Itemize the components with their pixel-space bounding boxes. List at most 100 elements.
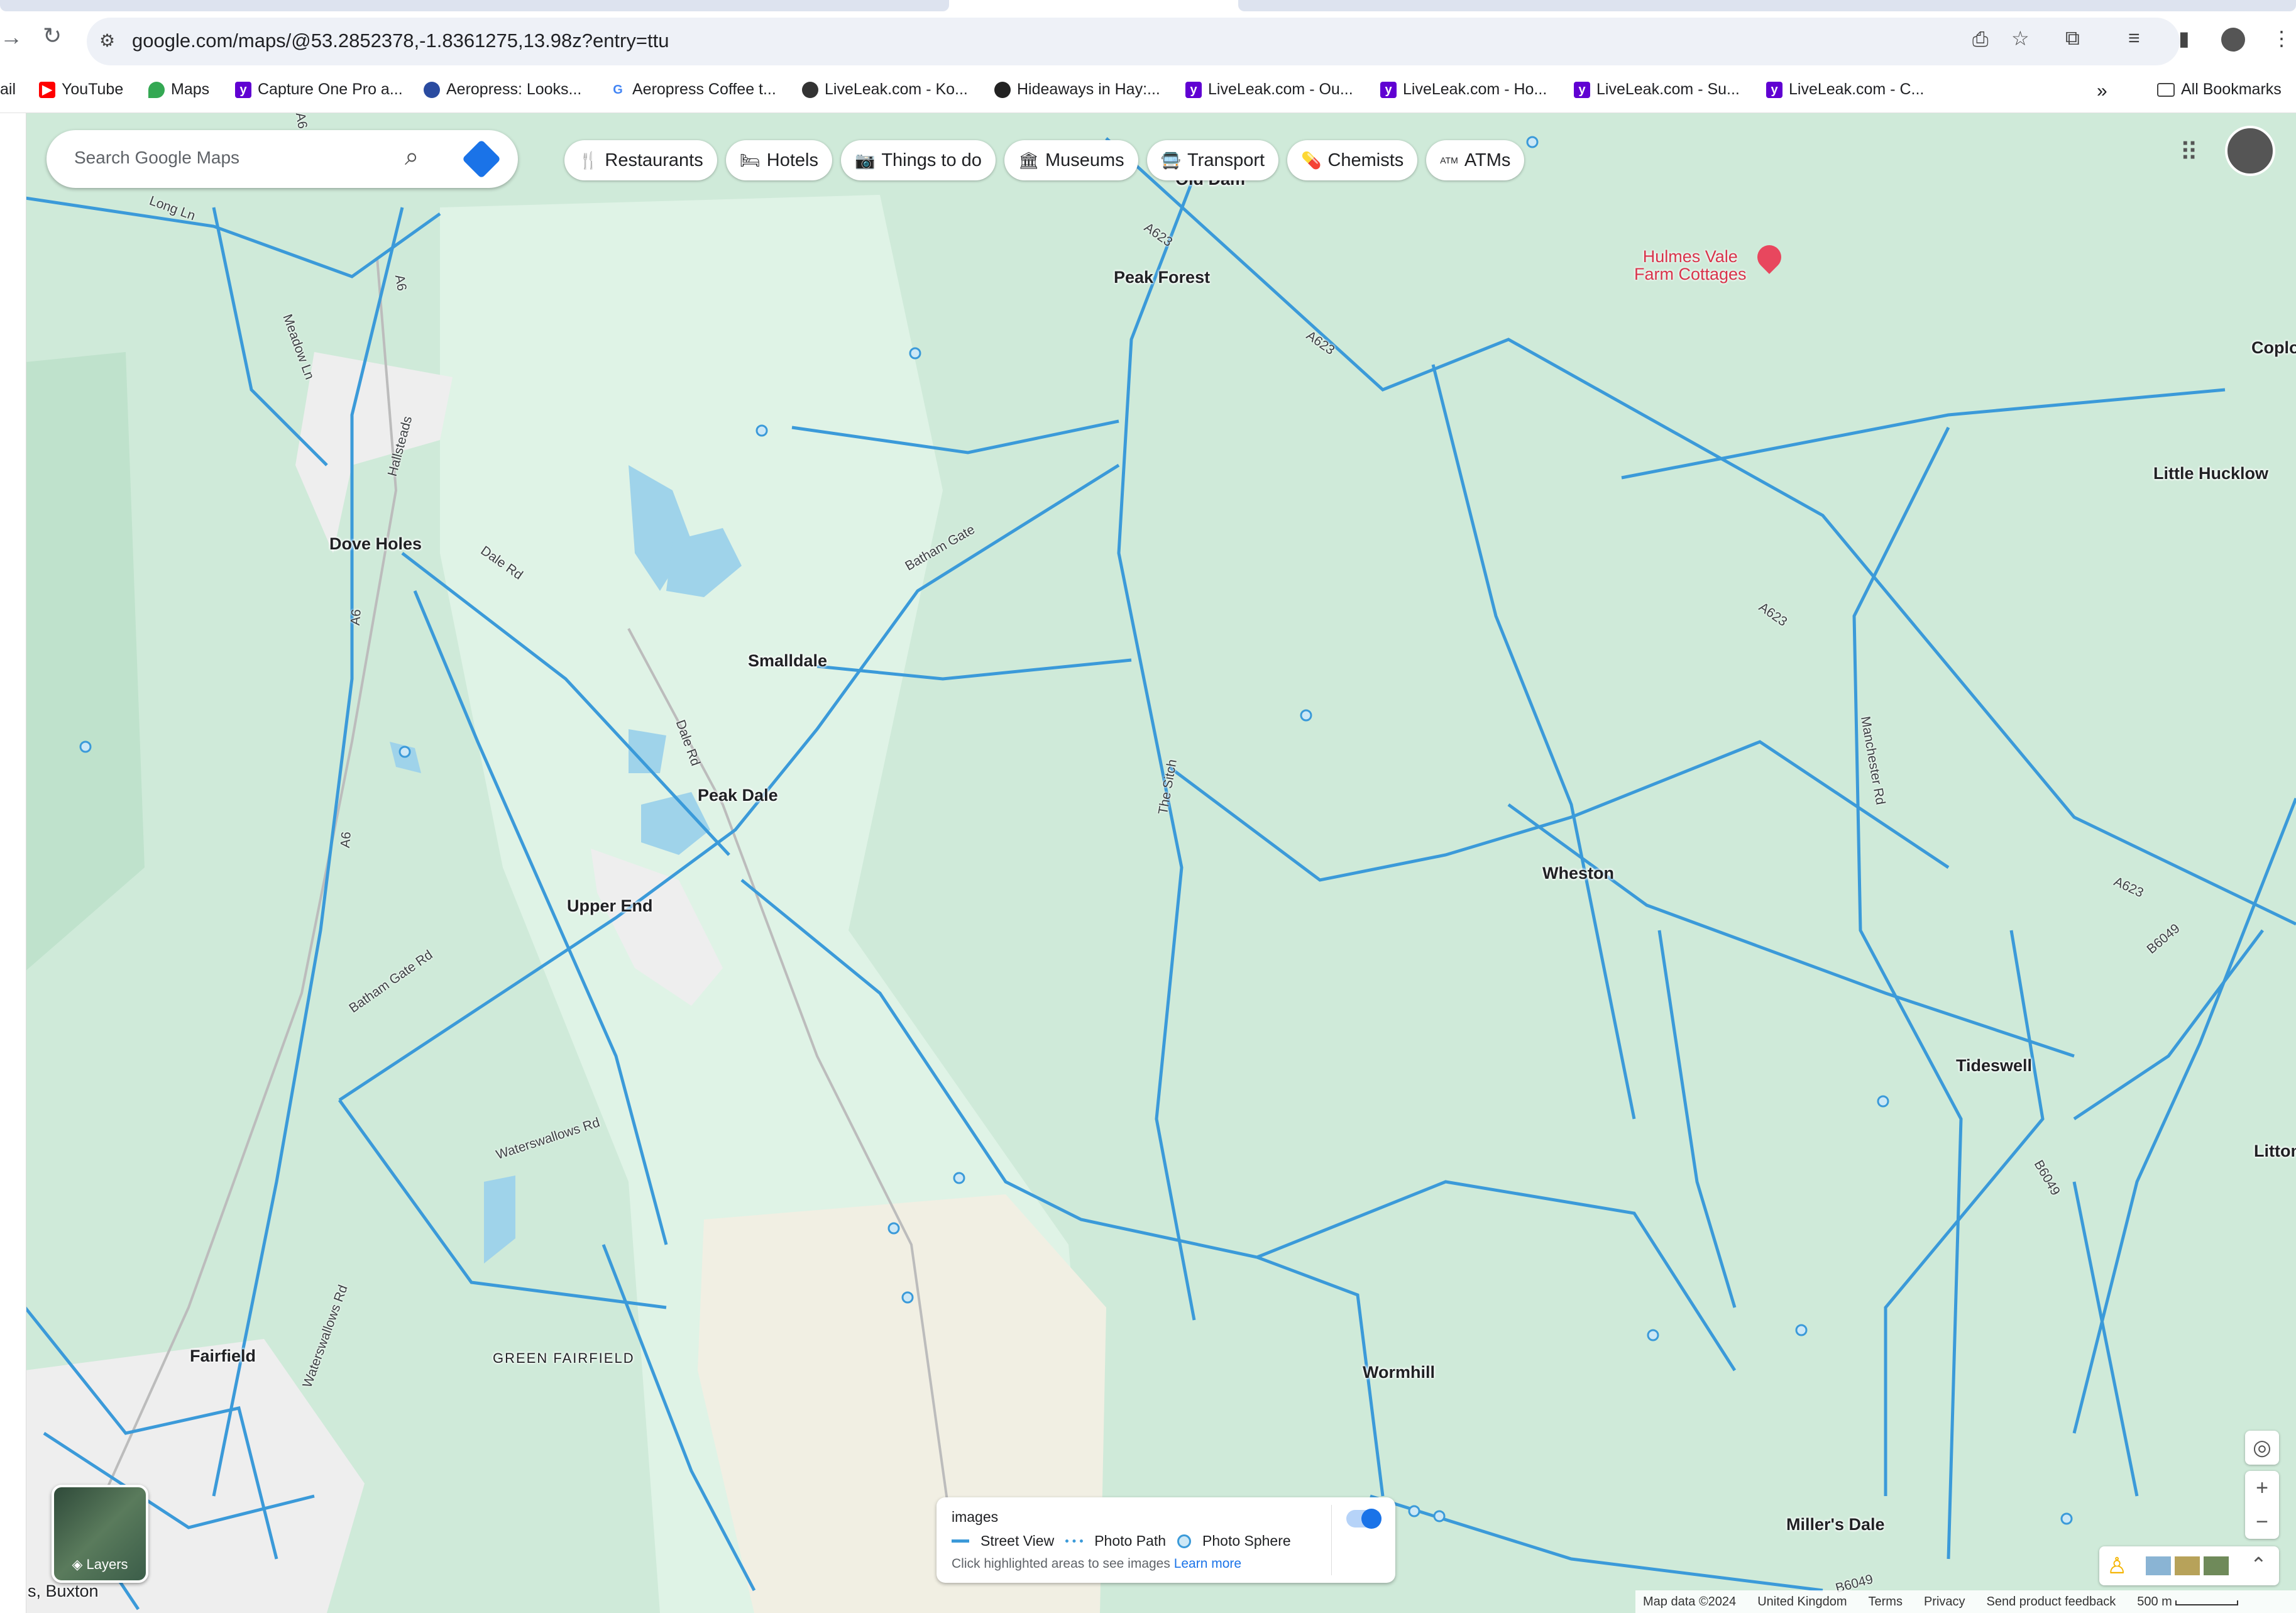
panel-title: images bbox=[952, 1509, 999, 1525]
zoom-in-button[interactable]: + bbox=[2245, 1471, 2279, 1505]
zoom-controls: + − bbox=[2245, 1471, 2279, 1539]
address-bar[interactable]: ⚙ google.com/maps/@53.2852378,-1.8361275… bbox=[87, 18, 2180, 65]
poi-label: Hulmes Vale Farm Cottages bbox=[1634, 247, 1747, 284]
apps-grid-icon[interactable]: ⠿ bbox=[2180, 138, 2198, 167]
pegman-icon[interactable]: ♙ bbox=[2107, 1553, 2127, 1579]
street-view-panel[interactable]: images Street View Photo Path Photo Sphe… bbox=[937, 1497, 1395, 1583]
bookmark-item[interactable]: y LiveLeak.com - Su... bbox=[1574, 80, 1740, 99]
toggle-knob bbox=[1361, 1509, 1381, 1529]
yahoo-icon: y bbox=[1380, 81, 1397, 98]
all-bookmarks[interactable]: All Bookmarks bbox=[2157, 80, 2282, 99]
chip-restaurants[interactable]: 🍴 Restaurants bbox=[564, 140, 717, 180]
road-label: A6 bbox=[292, 113, 310, 130]
chip-museums[interactable]: 🏛 Museums bbox=[1004, 140, 1138, 180]
street-view-roads bbox=[24, 137, 2296, 1610]
media-icon[interactable]: ≡ bbox=[2128, 26, 2140, 50]
menu-dots-icon[interactable]: ⋮ bbox=[2271, 26, 2292, 50]
place-label-green-fairfield[interactable]: GREEN FAIRFIELD bbox=[493, 1350, 635, 1367]
tab-strip[interactable] bbox=[0, 0, 949, 11]
hideaways-icon bbox=[994, 81, 1011, 98]
map-footer: Map data ©2024 United Kingdom Terms Priv… bbox=[1635, 1590, 2296, 1613]
place-label-fairfield[interactable]: Fairfield bbox=[190, 1346, 256, 1366]
bookmark-item[interactable]: G Aeropress Coffee t... bbox=[610, 80, 776, 99]
place-label-peak-dale[interactable]: Peak Dale bbox=[698, 786, 778, 805]
zoom-out-button[interactable]: − bbox=[2245, 1505, 2279, 1539]
bookmark-item[interactable]: y LiveLeak.com - Ho... bbox=[1380, 80, 1547, 99]
bookmark-item[interactable]: Aeropress: Looks... bbox=[424, 80, 581, 99]
museum-icon: 🏛 bbox=[1018, 150, 1039, 170]
site-settings-icon[interactable]: ⚙ bbox=[99, 30, 115, 51]
expand-up-icon[interactable]: ⌃ bbox=[2250, 1553, 2267, 1577]
terms-link[interactable]: Terms bbox=[1869, 1595, 1903, 1609]
reload-icon[interactable]: ↻ bbox=[43, 23, 62, 49]
bookmark-item[interactable]: ail bbox=[0, 80, 16, 99]
place-label-tideswell[interactable]: Tideswell bbox=[1956, 1056, 2032, 1076]
url-text[interactable]: google.com/maps/@53.2852378,-1.8361275,1… bbox=[132, 30, 669, 52]
bookmark-item[interactable]: LiveLeak.com - Ko... bbox=[802, 80, 968, 99]
bookmark-item[interactable]: Hideaways in Hay:... bbox=[994, 80, 1160, 99]
chip-transport[interactable]: 🚍 Transport bbox=[1146, 140, 1279, 180]
camera-icon: 📷 bbox=[854, 150, 876, 170]
tab-strip-right[interactable] bbox=[1238, 0, 2296, 11]
learn-more-link[interactable]: Learn more bbox=[1174, 1556, 1241, 1571]
preview-thumbnail[interactable] bbox=[2175, 1556, 2200, 1575]
feedback-link[interactable]: Send product feedback bbox=[1987, 1595, 2116, 1609]
scale-bar[interactable]: 500 m bbox=[2137, 1595, 2239, 1609]
place-label-smalldale[interactable]: Smalldale bbox=[748, 651, 827, 671]
account-avatar[interactable] bbox=[2225, 126, 2275, 176]
chip-atms[interactable]: ATM ATMs bbox=[1426, 140, 1525, 180]
place-label-buxton[interactable]: s, Buxton bbox=[28, 1582, 99, 1601]
search-icon[interactable]: ⌕ bbox=[405, 143, 419, 171]
bed-icon: 🛏 bbox=[739, 150, 761, 170]
my-location-icon[interactable]: ◎ bbox=[2245, 1431, 2279, 1465]
place-label-coplow[interactable]: Coplo bbox=[2251, 338, 2296, 358]
category-chips: 🍴 Restaurants 🛏 Hotels 📷 Things to do 🏛 Muse… bbox=[564, 140, 1525, 180]
layers-button[interactable]: ◈ Layers bbox=[52, 1485, 148, 1583]
search-box[interactable]: ⌕ bbox=[47, 130, 518, 188]
extensions-icon[interactable]: ⧉ bbox=[2065, 26, 2080, 50]
preview-thumbnail[interactable] bbox=[2204, 1556, 2229, 1575]
street-view-preview-bar[interactable]: ♙ ⌃ bbox=[2099, 1546, 2279, 1585]
chip-things-to-do[interactable]: 📷 Things to do bbox=[840, 140, 996, 180]
chip-hotels[interactable]: 🛏 Hotels bbox=[725, 140, 832, 180]
region-link[interactable]: United Kingdom bbox=[1757, 1595, 1847, 1609]
side-panel-icon[interactable]: ▮ bbox=[2178, 26, 2190, 50]
search-input[interactable] bbox=[74, 148, 376, 168]
preview-thumbnail[interactable] bbox=[2146, 1556, 2171, 1575]
map-canvas[interactable]: Peak Forest Old Dam Dove Holes Smalldale… bbox=[0, 113, 2296, 1613]
scale-bar-line bbox=[2175, 1600, 2239, 1605]
google-icon: G bbox=[610, 81, 626, 98]
privacy-link[interactable]: Privacy bbox=[1924, 1595, 1965, 1609]
bookmark-item[interactable]: y Capture One Pro a... bbox=[235, 80, 403, 99]
bookmark-item[interactable]: y LiveLeak.com - C... bbox=[1766, 80, 1924, 99]
collapsed-side-panel[interactable] bbox=[0, 113, 26, 1613]
place-label-peak-forest[interactable]: Peak Forest bbox=[1114, 268, 1210, 287]
chip-chemists[interactable]: 💊 Chemists bbox=[1287, 140, 1418, 180]
place-label-dove-holes[interactable]: Dove Holes bbox=[329, 534, 422, 554]
forward-arrow-icon[interactable]: → bbox=[0, 24, 23, 50]
maps-pin-icon bbox=[148, 81, 165, 98]
youtube-icon: ▶ bbox=[39, 81, 55, 98]
bookmark-item[interactable]: ▶ YouTube bbox=[39, 80, 123, 99]
place-label-wormhill[interactable]: Wormhill bbox=[1363, 1363, 1435, 1382]
images-toggle[interactable] bbox=[1346, 1509, 1381, 1529]
place-label-litton[interactable]: Litton bbox=[2254, 1142, 2296, 1161]
photo-sphere-icon bbox=[1177, 1534, 1192, 1548]
install-app-icon[interactable]: ⎙ bbox=[1972, 28, 1989, 52]
bookmark-item[interactable]: Maps bbox=[148, 80, 209, 99]
directions-icon[interactable] bbox=[461, 139, 502, 179]
place-label-upper-end[interactable]: Upper End bbox=[567, 896, 653, 916]
road-label: A6 bbox=[338, 831, 354, 849]
fork-knife-icon: 🍴 bbox=[578, 150, 599, 170]
yahoo-icon: y bbox=[235, 81, 251, 98]
bookmarks-overflow-icon[interactable]: » bbox=[2097, 80, 2107, 102]
place-label-wheston[interactable]: Wheston bbox=[1542, 864, 1614, 883]
folder-icon bbox=[2157, 82, 2175, 97]
place-label-little-hucklow[interactable]: Little Hucklow bbox=[2153, 464, 2268, 483]
map-layer bbox=[0, 136, 2296, 1613]
poi-hulmes-vale[interactable]: Hulmes Vale Farm Cottages bbox=[1634, 248, 1747, 283]
bookmark-item[interactable]: y LiveLeak.com - Ou... bbox=[1185, 80, 1353, 99]
place-label-millers-dale[interactable]: Miller's Dale bbox=[1786, 1515, 1885, 1534]
profile-avatar[interactable] bbox=[2221, 28, 2245, 52]
bookmark-star-icon[interactable]: ☆ bbox=[2011, 26, 2030, 50]
